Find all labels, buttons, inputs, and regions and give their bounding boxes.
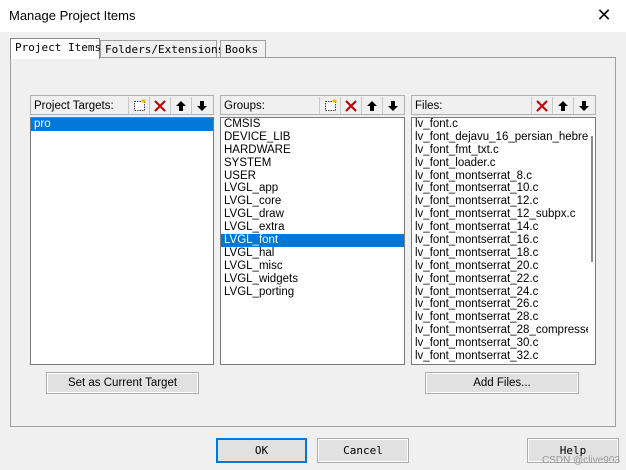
new-item-icon xyxy=(133,99,145,111)
list-item[interactable]: lv_font_montserrat_30.c xyxy=(412,337,588,350)
title-bar: Manage Project Items ✕ xyxy=(0,0,626,32)
list-item[interactable]: lv_font_montserrat_24.c xyxy=(412,286,588,299)
targets-list[interactable]: pro xyxy=(30,117,214,365)
cancel-button[interactable]: Cancel xyxy=(317,438,409,463)
groups-header: Groups: xyxy=(220,95,405,115)
list-item[interactable]: lv_font_montserrat_28.c xyxy=(412,311,588,324)
files-panel: Files: lv_font.c lv_font_dejavu_16_persi… xyxy=(411,95,596,367)
list-item[interactable]: lv_font_loader.c xyxy=(412,157,588,170)
tab-project-items[interactable]: Project Items xyxy=(10,38,101,59)
list-item[interactable]: lv_font_montserrat_28_compressed.c xyxy=(412,324,588,337)
list-item[interactable]: LVGL_app xyxy=(221,182,404,195)
list-item[interactable]: lv_font_montserrat_18.c xyxy=(412,247,588,260)
list-item[interactable]: lv_font_montserrat_12.c xyxy=(412,195,588,208)
list-item[interactable]: lv_font_fmt_txt.c xyxy=(412,144,588,157)
targets-label: Project Targets: xyxy=(34,100,114,112)
list-item[interactable]: lv_font_montserrat_32.c xyxy=(412,350,588,363)
list-item[interactable]: LVGL_porting xyxy=(221,286,404,299)
move-down-file-button[interactable] xyxy=(573,97,594,114)
list-item[interactable]: LVGL_draw xyxy=(221,208,404,221)
new-group-button[interactable] xyxy=(319,97,340,114)
new-target-button[interactable] xyxy=(128,97,149,114)
close-button[interactable]: ✕ xyxy=(582,0,626,30)
list-item[interactable]: DEVICE_LIB xyxy=(221,131,404,144)
list-item[interactable]: SYSTEM xyxy=(221,157,404,170)
list-item[interactable]: LVGL_font xyxy=(221,234,404,247)
list-item[interactable]: LVGL_extra xyxy=(221,221,404,234)
set-current-target-button[interactable]: Set as Current Target xyxy=(46,372,199,394)
files-header: Files: xyxy=(411,95,596,115)
delete-icon xyxy=(345,99,357,112)
list-item[interactable]: lv_font_montserrat_10.c xyxy=(412,182,588,195)
arrow-up-icon xyxy=(176,100,186,111)
list-item[interactable]: lv_font_montserrat_20.c xyxy=(412,260,588,273)
list-item[interactable]: lv_font_dejavu_16_persian_hebrew.c xyxy=(412,131,588,144)
list-item[interactable]: CMSIS xyxy=(221,118,404,131)
list-item[interactable]: lv_font_montserrat_22.c xyxy=(412,273,588,286)
targets-panel: Project Targets: pro xyxy=(30,95,214,367)
scrollbar-thumb[interactable] xyxy=(591,136,593,262)
groups-list[interactable]: CMSIS DEVICE_LIB HARDWARE SYSTEM USER LV… xyxy=(220,117,405,365)
delete-group-button[interactable] xyxy=(340,97,361,114)
list-item[interactable]: LVGL_misc xyxy=(221,260,404,273)
arrow-down-icon xyxy=(197,100,207,111)
list-item[interactable]: pro xyxy=(31,118,213,131)
list-item[interactable]: LVGL_hal xyxy=(221,247,404,260)
list-item[interactable]: LVGL_widgets xyxy=(221,273,404,286)
move-up-group-button[interactable] xyxy=(361,97,382,114)
list-item[interactable]: lv_font.c xyxy=(412,118,588,131)
tab-folders-extensions[interactable]: Folders/Extensions xyxy=(100,40,224,58)
files-scrollbar[interactable] xyxy=(589,118,595,364)
ok-button[interactable]: OK xyxy=(216,438,307,463)
delete-target-button[interactable] xyxy=(149,97,170,114)
arrow-down-icon xyxy=(579,100,589,111)
list-item[interactable]: LVGL_core xyxy=(221,195,404,208)
files-label: Files: xyxy=(415,100,443,112)
targets-header: Project Targets: xyxy=(30,95,214,115)
list-item[interactable]: lv_font_montserrat_12_subpx.c xyxy=(412,208,588,221)
move-up-file-button[interactable] xyxy=(552,97,573,114)
groups-label: Groups: xyxy=(224,100,265,112)
arrow-up-icon xyxy=(367,100,377,111)
move-down-group-button[interactable] xyxy=(382,97,403,114)
new-item-icon xyxy=(324,99,336,111)
watermark: CSDN @clive903 xyxy=(542,455,620,466)
tab-books[interactable]: Books xyxy=(220,40,266,58)
list-item[interactable]: HARDWARE xyxy=(221,144,404,157)
list-item[interactable]: USER xyxy=(221,170,404,183)
list-item[interactable]: lv_font_montserrat_8.c xyxy=(412,170,588,183)
arrow-up-icon xyxy=(558,100,568,111)
add-files-button[interactable]: Add Files... xyxy=(425,372,579,394)
move-up-target-button[interactable] xyxy=(170,97,191,114)
window-title: Manage Project Items xyxy=(9,8,136,23)
list-item[interactable]: lv_font_montserrat_16.c xyxy=(412,234,588,247)
list-item[interactable]: lv_font_montserrat_26.c xyxy=(412,298,588,311)
delete-icon xyxy=(154,99,166,112)
close-icon: ✕ xyxy=(596,4,612,25)
move-down-target-button[interactable] xyxy=(191,97,212,114)
groups-panel: Groups: CMSIS DEVICE_LIB HARDWARE SYSTEM… xyxy=(220,95,405,367)
delete-icon xyxy=(536,99,548,112)
files-list[interactable]: lv_font.c lv_font_dejavu_16_persian_hebr… xyxy=(411,117,596,365)
arrow-down-icon xyxy=(388,100,398,111)
list-item[interactable]: lv_font_montserrat_14.c xyxy=(412,221,588,234)
delete-file-button[interactable] xyxy=(531,97,552,114)
